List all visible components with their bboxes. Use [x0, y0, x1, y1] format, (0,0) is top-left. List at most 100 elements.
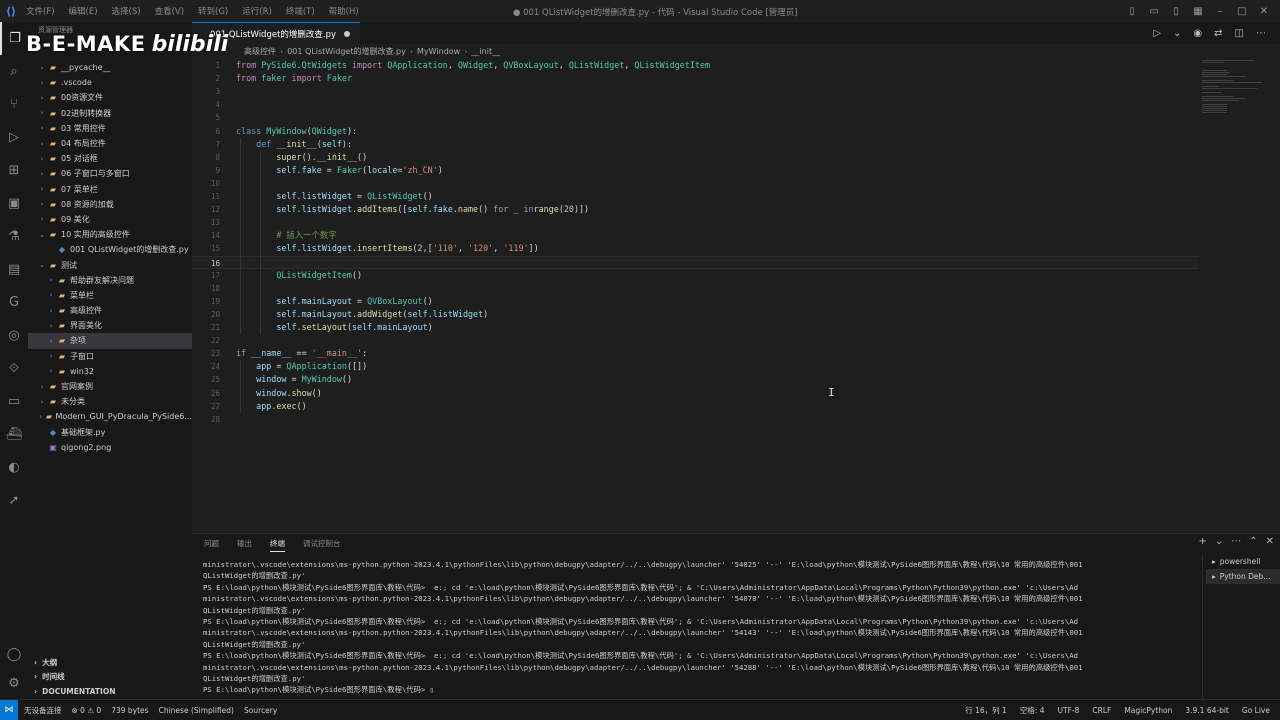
toggle-secondary-sidebar-icon[interactable]: ▯ — [1170, 6, 1182, 17]
terminal-output[interactable]: ministrator\.vscode\extensions\ms-python… — [203, 559, 1193, 699]
status-item[interactable]: Chinese (Simplified) — [159, 706, 234, 715]
close-button[interactable]: ✕ — [1258, 6, 1270, 17]
record-icon[interactable]: ◉ — [1193, 28, 1202, 39]
settings-gear-icon[interactable]: ⚙ — [8, 676, 20, 691]
file-item[interactable]: ◆ 基础框架.py — [28, 425, 192, 440]
sidebar-section[interactable]: › 时间线 — [28, 670, 192, 685]
status-item[interactable]: UTF-8 — [1058, 706, 1080, 715]
remote-indicator-icon[interactable]: ⋈ — [0, 699, 18, 720]
new-terminal-icon[interactable]: + — [1198, 536, 1206, 547]
maximize-button[interactable]: □ — [1236, 6, 1248, 17]
docker-icon[interactable]: ⛴ — [0, 418, 28, 451]
status-item[interactable]: MagicPython — [1124, 706, 1172, 715]
folder-item[interactable]: › ▰ 06 子窗口与多窗口 — [28, 166, 192, 181]
account-icon[interactable]: ◯ — [7, 647, 22, 662]
menu-item[interactable]: 终端(T) — [286, 5, 315, 17]
source-control-icon[interactable]: ⑂ — [0, 88, 28, 121]
minimize-button[interactable]: – — [1214, 6, 1226, 17]
folder-item[interactable]: › ▰ 08 资源的加载 — [28, 197, 192, 212]
folder-item[interactable]: › ▰ 02进制转换器 — [28, 106, 192, 121]
folder-item[interactable]: › ▰ 高级控件 — [28, 303, 192, 318]
folder-item[interactable]: › ▰ 帮助群友解决问题 — [28, 273, 192, 288]
menu-item[interactable]: 文件(F) — [26, 5, 55, 17]
panel-tab[interactable]: 终端 — [270, 538, 285, 552]
folder-item[interactable]: › ▰ Modern_GUI_PyDracula_PySide6... — [28, 409, 192, 424]
terminal-list-item[interactable]: ▸ Python Deb... — [1206, 569, 1280, 584]
status-item[interactable]: CRLF — [1092, 706, 1111, 715]
menu-item[interactable]: 编辑(E) — [69, 5, 98, 17]
code-text: window.show() — [236, 387, 322, 400]
folder-item[interactable]: › ▰ 菜单栏 — [28, 288, 192, 303]
close-panel-icon[interactable]: ✕ — [1266, 536, 1274, 547]
status-item[interactable]: Sourcery — [244, 706, 277, 715]
menu-item[interactable]: 查看(V) — [155, 5, 184, 17]
terminal-list-item[interactable]: ▸ powershell — [1206, 554, 1280, 569]
more-actions-icon[interactable]: ⋯ — [1256, 28, 1266, 39]
unsaved-dot-icon[interactable] — [344, 30, 351, 37]
folder-item[interactable]: › ▰ 00资源文件 — [28, 90, 192, 105]
folder-item[interactable]: › ▰ 09 美化 — [28, 212, 192, 227]
python-icon[interactable]: ⟐ — [0, 352, 28, 385]
folder-item[interactable]: ⌄ ▰ 10 实用的高级控件 — [28, 227, 192, 242]
panel-tab[interactable]: 问题 — [204, 538, 219, 552]
sidebar-section[interactable]: › DOCUMENTATION — [28, 684, 192, 699]
gitlens-icon[interactable]: G — [0, 286, 28, 319]
chevron-down-icon[interactable]: ⌄ — [1215, 536, 1223, 547]
panel-tab[interactable]: 调试控制台 — [303, 538, 341, 552]
status-item[interactable]: ⊗ 0 ⚠ 0 — [72, 706, 102, 715]
deploy-icon[interactable]: ➚ — [0, 484, 28, 517]
explorer-icon[interactable]: ❐ — [0, 22, 28, 55]
toggle-panel-icon[interactable]: ▭ — [1148, 6, 1160, 17]
code-editor[interactable]: 1 from PySide6.QtWidgets import QApplicat… — [192, 59, 1202, 529]
folder-item[interactable]: › ▰ win32 — [28, 364, 192, 379]
edge-icon[interactable]: ◐ — [0, 451, 28, 484]
toggle-sidebar-icon[interactable]: ▯ — [1126, 6, 1138, 17]
menu-item[interactable]: 帮助(H) — [329, 5, 359, 17]
folder-item[interactable]: › ▰ 未分类 — [28, 394, 192, 409]
layout-icon[interactable]: ▦ — [1192, 6, 1204, 17]
folder-item[interactable]: › ▰ 杂项 — [28, 333, 192, 349]
remote-explorer-icon[interactable]: ▣ — [0, 187, 28, 220]
folder-item[interactable]: › ▰ 07 菜单栏 — [28, 182, 192, 197]
sidebar-section[interactable]: › 大纲 — [28, 655, 192, 670]
section-label: 时间线 — [42, 672, 65, 682]
file-item[interactable]: ▣ qigong2.png — [28, 440, 192, 455]
folder-item[interactable]: › ▰ 界面美化 — [28, 318, 192, 333]
status-item[interactable]: 739 bytes — [111, 706, 148, 715]
folder-item[interactable]: › ▰ 04 布局控件 — [28, 136, 192, 151]
run-debug-icon[interactable]: ▷ — [0, 121, 28, 154]
maximize-panel-icon[interactable]: ⌃ — [1249, 536, 1257, 547]
status-item[interactable]: 3.9.1 64-bit — [1185, 706, 1229, 715]
menu-item[interactable]: 转到(G) — [198, 5, 228, 17]
file-item[interactable]: ◆ 001 QListWidget的增删改查.py — [28, 242, 192, 257]
breadcrumb-item[interactable]: 高级控件 — [244, 46, 276, 57]
compare-icon[interactable]: ⇄ — [1214, 28, 1222, 39]
folder-item[interactable]: ⌄ ▰ 测试 — [28, 257, 192, 272]
folder-icon[interactable]: ▭ — [0, 385, 28, 418]
more-actions-icon[interactable]: ⋯ — [1231, 536, 1241, 547]
folder-item[interactable]: › ▰ .vscode — [28, 75, 192, 90]
status-item[interactable]: 无设备连接 — [24, 705, 62, 716]
chevron-down-icon[interactable]: ⌄ — [1173, 28, 1181, 39]
split-editor-icon[interactable]: ◫ — [1235, 28, 1244, 39]
menu-item[interactable]: 选择(S) — [112, 5, 141, 17]
minimap[interactable] — [1202, 59, 1268, 113]
status-item[interactable]: 空格: 4 — [1020, 705, 1045, 716]
panel-tab[interactable]: 输出 — [237, 538, 252, 552]
menu-item[interactable]: 运行(R) — [242, 5, 272, 17]
extensions-icon[interactable]: ⊞ — [0, 154, 28, 187]
folder-item[interactable]: › ▰ 05 对话框 — [28, 151, 192, 166]
breadcrumb-item[interactable]: __init__ — [471, 47, 500, 56]
testing-icon[interactable]: ⚗ — [0, 220, 28, 253]
search-icon[interactable]: ⌕ — [0, 55, 28, 88]
notebook-icon[interactable]: ▤ — [0, 253, 28, 286]
run-file-icon[interactable]: ▷ — [1153, 28, 1161, 39]
status-item[interactable]: 行 16，列 1 — [965, 705, 1007, 716]
folder-item[interactable]: › ▰ 官网案例 — [28, 379, 192, 394]
github-icon[interactable]: ◎ — [0, 319, 28, 352]
breadcrumb-item[interactable]: MyWindow — [417, 47, 460, 56]
breadcrumb-item[interactable]: 001 QListWidget的增删改查.py — [287, 46, 406, 57]
folder-item[interactable]: › ▰ 03 常用控件 — [28, 121, 192, 136]
folder-item[interactable]: › ▰ 子窗口 — [28, 349, 192, 364]
status-item[interactable]: Go Live — [1242, 706, 1270, 715]
